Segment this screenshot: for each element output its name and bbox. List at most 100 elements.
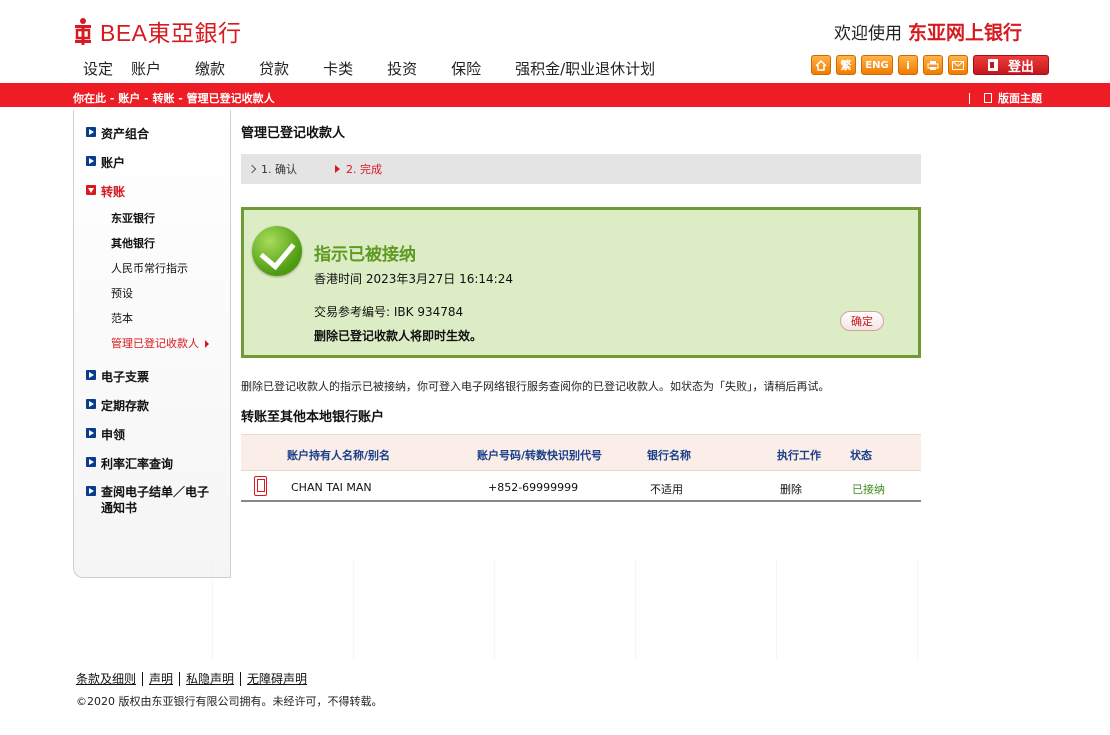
cell-status: 已接纳 [852,483,885,496]
footer-link-disclaimer[interactable]: 声明 [142,672,179,686]
home-glyph [815,59,827,71]
divider [969,92,970,104]
triangle-right-icon [335,165,340,173]
logo-text: BEA東亞銀行 [100,20,242,46]
nav-cards[interactable]: 卡类 [323,58,353,79]
sidebar-item-label: 申领 [101,428,126,442]
col-header-action: 执行工作 [777,449,821,462]
welcome-prefix: 欢迎使用 [833,24,902,44]
theme-link[interactable]: 版面主题 [969,90,1042,106]
info-text: 删除已登记收款人的指示已被接纳，你可登入电子网络银行服务查阅你的已登记收款人。如… [241,380,830,393]
col-header-name: 账户持有人名称/别名 [287,449,391,462]
col-header-account: 账户号码/转数快识别代号 [477,449,603,462]
sidebar-item-accounts[interactable]: 账户 [86,154,125,171]
arrow-bullet-icon [86,457,96,467]
sidebar-item-estatements[interactable]: 查阅电子结单／电子通知书 [86,484,218,516]
bea-logo-icon [75,18,91,45]
footer-links: 条款及细则 声明 私隐声明 无障碍声明 [76,672,313,686]
step-label: 1. 确认 [261,163,297,176]
breadcrumb: 你在此 - 账户 - 转账 - 管理已登记收款人 [73,92,275,105]
english-button[interactable]: ENG [861,55,893,75]
chevron-right-icon [247,164,257,174]
sidebar-sub-manage-payees[interactable]: 管理已登记收款人 [111,335,209,351]
progress-steps: 1. 确认 2. 完成 [241,154,921,184]
print-glyph [927,60,939,70]
arrow-bullet-icon [86,370,96,380]
table-row: CHAN TAI MAN +852-69999999 不适用 删除 已接纳 [241,470,921,502]
sidebar-item-label: 资产组合 [101,127,150,141]
arrow-bullet-icon [86,156,96,166]
bea-logo[interactable]: BEA東亞銀行 [72,14,242,48]
sidebar-item-echeque[interactable]: 电子支票 [86,368,149,385]
success-panel: 指示已被接纳 香港时间 2023年3月27日 16:14:24 交易参考编号: … [241,207,921,358]
theme-label: 版面主题 [998,92,1042,105]
copyright: ©2020 版权由东亚银行有限公司拥有。未经许可，不得转载。 [76,695,383,708]
sidebar-item-portfolio[interactable]: 资产组合 [86,125,149,142]
sidebar-item-label: 账户 [101,156,126,170]
confirm-button[interactable]: 确定 [840,311,884,331]
main-nav: 设定 账户 缴款 贷款 卡类 投资 保险 强积金/职业退休计划 [83,58,689,79]
step-complete: 2. 完成 [335,161,382,177]
arrow-bullet-icon [86,127,96,137]
success-timestamp: 香港时间 2023年3月27日 16:14:24 [314,272,513,286]
page-title: 管理已登记收款人 [241,126,346,141]
step-confirm: 1. 确认 [247,161,297,177]
background-pattern [72,560,1052,660]
footer-link-accessibility[interactable]: 无障碍声明 [240,672,313,686]
sidebar-item-label: 电子支票 [101,370,150,384]
col-header-status: 状态 [850,449,872,462]
nav-insurance[interactable]: 保险 [451,58,481,79]
header: BEA東亞銀行 欢迎使用 东亚网上银行 设定 账户 缴款 贷款 卡类 投资 保险 … [0,0,1110,83]
sidebar-item-label: 定期存款 [101,399,150,413]
mail-icon[interactable] [948,55,968,75]
welcome-brand: 东亚网上银行 [907,22,1022,44]
success-title: 指示已被接纳 [314,245,416,265]
mail-glyph [952,60,964,70]
payee-table: 账户持有人名称/别名 账户号码/转数快识别代号 银行名称 执行工作 状态 CHA… [241,434,921,502]
logout-button[interactable]: 登出 [973,55,1049,75]
sidebar-sub-bea[interactable]: 东亚银行 [111,210,155,226]
nav-mpf[interactable]: 强积金/职业退休计划 [515,58,655,79]
logout-label: 登出 [1007,59,1034,75]
cell-action: 删除 [780,483,802,496]
success-note: 删除已登记收款人将即时生效。 [314,329,483,343]
cell-name: CHAN TAI MAN [291,481,372,494]
door-icon [987,59,998,71]
breadcrumb-bar: 你在此 - 账户 - 转账 - 管理已登记收款人 版面主题 [0,83,1110,107]
document-icon [984,93,992,103]
sidebar-item-label: 利率汇率查询 [101,457,174,471]
welcome-banner: 欢迎使用 东亚网上银行 [834,18,1022,45]
sidebar-sub-template[interactable]: 范本 [111,310,133,326]
sidebar-item-time-deposit[interactable]: 定期存款 [86,397,149,414]
info-icon[interactable]: i [898,55,918,75]
sidebar-sub-other-banks[interactable]: 其他银行 [111,235,155,251]
cell-bank: 不适用 [650,483,683,496]
sidebar-item-label: 转账 [101,185,126,199]
nav-investment[interactable]: 投资 [387,58,417,79]
table-header: 账户持有人名称/别名 账户号码/转数快识别代号 银行名称 执行工作 状态 [241,434,921,470]
traditional-chinese-button[interactable]: 繁 [836,55,856,75]
sidebar-item-rates[interactable]: 利率汇率查询 [86,455,173,472]
sidebar: 资产组合 账户 转账 东亚银行 其他银行 人民币常行指示 预设 范本 管理已登记… [73,110,231,578]
cell-account: +852-69999999 [488,481,579,494]
step-label: 2. 完成 [346,163,382,176]
nav-settings[interactable]: 设定 [83,58,113,79]
print-icon[interactable] [923,55,943,75]
toolbar: 繁 ENG i 登出 [811,55,1049,75]
home-icon[interactable] [811,55,831,75]
nav-loans[interactable]: 贷款 [259,58,289,79]
arrow-bullet-icon [86,428,96,438]
arrow-down-bullet-icon [86,185,96,195]
section-title: 转账至其他本地银行账户 [241,410,385,425]
footer-link-terms[interactable]: 条款及细则 [76,672,142,686]
col-header-bank: 银行名称 [647,449,691,462]
nav-payments[interactable]: 缴款 [195,58,225,79]
sidebar-item-apply[interactable]: 申领 [86,426,125,443]
nav-accounts[interactable]: 账户 [131,58,161,79]
sidebar-sub-preset[interactable]: 预设 [111,285,133,301]
reference-number: 交易参考编号: IBK 934784 [314,305,464,319]
sidebar-sub-rmb-standing[interactable]: 人民币常行指示 [111,260,188,276]
arrow-bullet-icon [86,486,96,496]
footer-link-privacy[interactable]: 私隐声明 [179,672,240,686]
sidebar-item-transfer[interactable]: 转账 [86,183,125,200]
